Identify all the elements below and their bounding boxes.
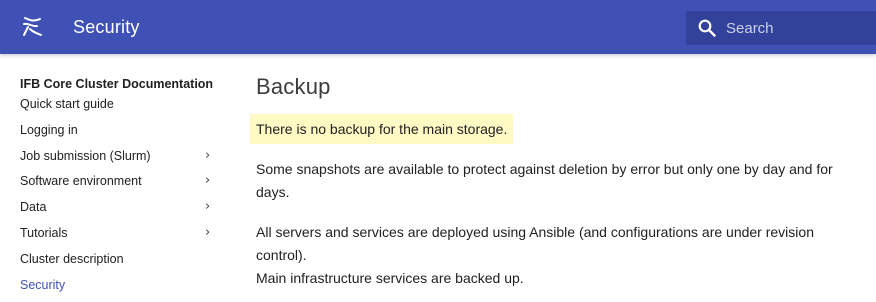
sidebar-item-logging-in[interactable]: Logging in bbox=[20, 122, 220, 148]
search-input[interactable] bbox=[726, 11, 874, 45]
sidebar-item-label: Security bbox=[20, 277, 66, 292]
sidebar-item-security[interactable]: Security bbox=[20, 277, 220, 302]
sidebar-item-label: Data bbox=[20, 200, 47, 215]
page-title-header: Security bbox=[73, 17, 140, 37]
sidebar-item-label: Job submission (Slurm) bbox=[20, 148, 151, 163]
chevron-right-icon[interactable]: › bbox=[205, 173, 210, 189]
search-icon bbox=[698, 19, 716, 37]
paragraph: All servers and services are deployed us… bbox=[256, 221, 814, 290]
sidebar-item-label: Software environment bbox=[20, 174, 142, 189]
paragraph-line: Some snapshots are available to protect … bbox=[256, 161, 833, 177]
sidebar-item-cluster-description[interactable]: Cluster description bbox=[20, 251, 220, 277]
paragraph-line: days. bbox=[256, 184, 290, 200]
section-heading: Backup bbox=[256, 74, 331, 99]
sidebar-item-job-submission[interactable]: Job submission (Slurm) › bbox=[20, 148, 220, 174]
top-header: Security bbox=[0, 0, 876, 54]
chevron-right-icon[interactable]: › bbox=[205, 225, 210, 241]
sidebar-item-label: Quick start guide bbox=[20, 97, 114, 111]
sidebar-item-label: Logging in bbox=[20, 122, 78, 137]
main-content: Backup There is no backup for the main s… bbox=[250, 72, 876, 286]
chevron-right-icon[interactable]: › bbox=[205, 148, 210, 164]
sidebar-item-label: Tutorials bbox=[20, 225, 68, 240]
sidebar-nav: IFB Core Cluster Documentation Quick sta… bbox=[20, 76, 220, 302]
sidebar-item-software-environment[interactable]: Software environment › bbox=[20, 173, 220, 199]
chevron-right-icon[interactable]: › bbox=[205, 199, 210, 215]
ifb-logo-icon[interactable] bbox=[20, 14, 44, 38]
sidebar-item-tutorials[interactable]: Tutorials › bbox=[20, 225, 220, 251]
paragraph-line: All servers and services are deployed us… bbox=[256, 224, 814, 240]
sidebar-item-label: Cluster description bbox=[20, 251, 124, 266]
paragraph-line: control). bbox=[256, 247, 307, 263]
sidebar-title[interactable]: IFB Core Cluster Documentation bbox=[20, 76, 220, 96]
highlighted-notice: There is no backup for the main storage. bbox=[250, 114, 514, 144]
sidebar-item-data[interactable]: Data › bbox=[20, 199, 220, 225]
paragraph-line: Main infrastructure services are backed … bbox=[256, 270, 524, 286]
search-box[interactable] bbox=[686, 11, 876, 45]
paragraph: Some snapshots are available to protect … bbox=[256, 158, 833, 204]
sidebar-item-quick-start-guide[interactable]: Quick start guide bbox=[20, 96, 220, 122]
